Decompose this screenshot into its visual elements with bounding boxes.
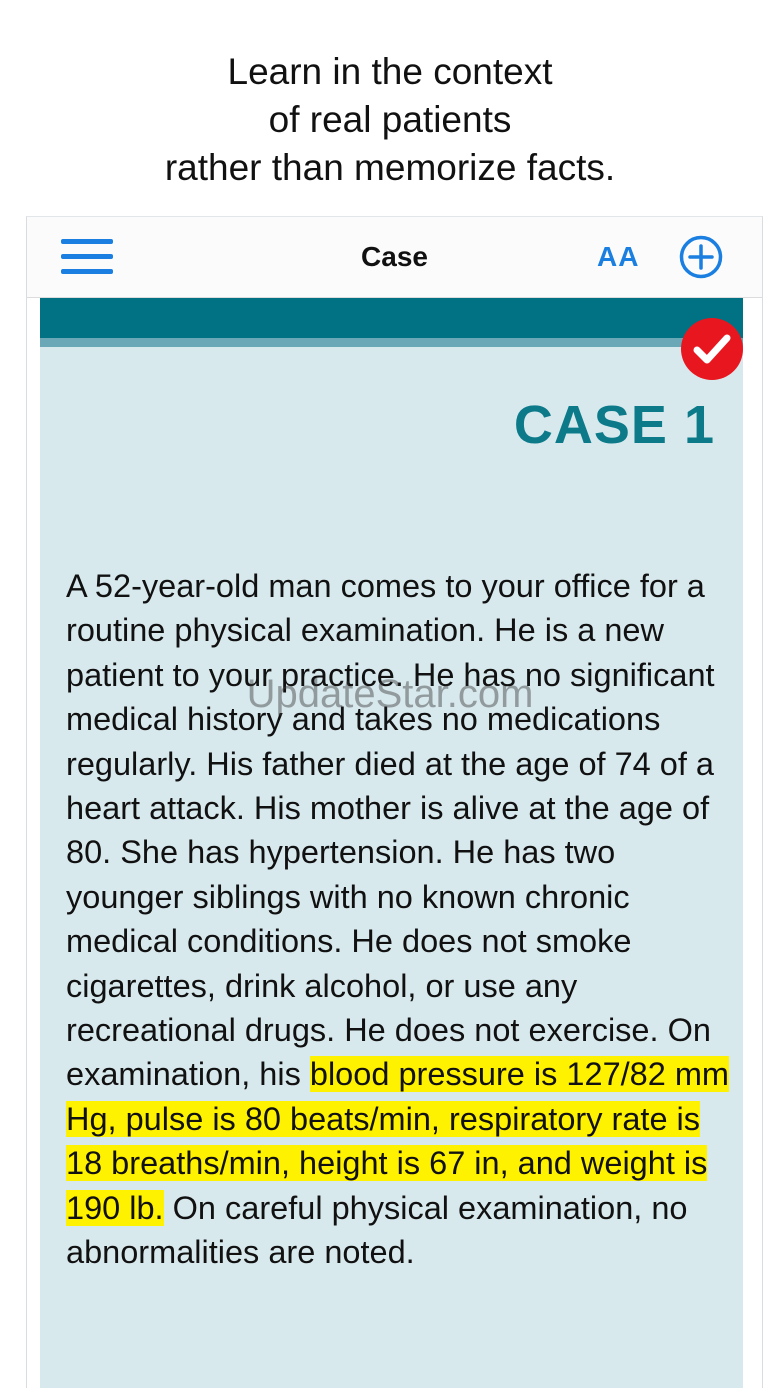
navigation-bar: Case AA (27, 217, 762, 298)
page-title: Case (361, 241, 428, 272)
case-header-bar (40, 298, 743, 338)
promo-tagline: Learn in the context of real patients ra… (0, 48, 780, 192)
case-content[interactable]: CASE 1 A 52-year-old man comes to your o… (40, 298, 743, 1388)
tagline-line-2: of real patients (268, 99, 512, 140)
font-size-button[interactable]: AA (597, 241, 639, 273)
case-header-bar-accent (40, 338, 743, 347)
tagline-line-1: Learn in the context (227, 51, 553, 92)
case-text-intro: A 52-year-old man comes to your office f… (66, 568, 715, 1093)
app-screen: Case AA CASE 1 A 52-year-old man comes t… (26, 216, 763, 1388)
checkmark-icon[interactable] (680, 317, 743, 381)
tagline-line-3: rather than memorize facts. (164, 147, 616, 188)
plus-circle-icon[interactable] (679, 235, 723, 279)
case-heading: CASE 1 (513, 395, 715, 455)
case-description: A 52-year-old man comes to your office f… (66, 564, 731, 1275)
